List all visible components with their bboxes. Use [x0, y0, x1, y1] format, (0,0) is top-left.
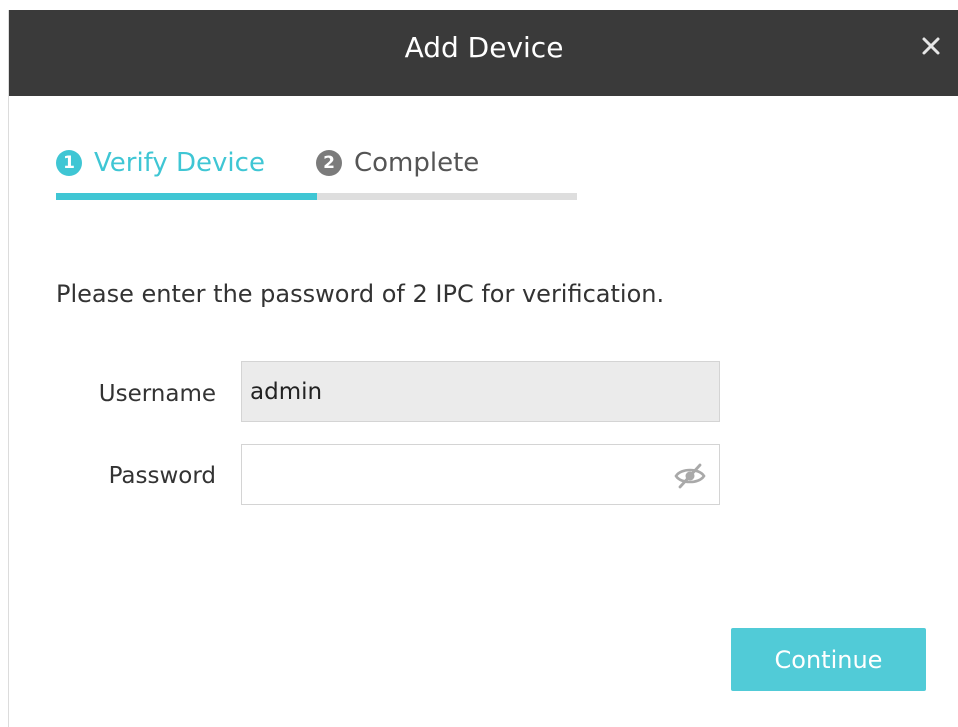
username-label: Username — [98, 381, 216, 407]
eye-slash-icon[interactable] — [673, 461, 707, 491]
step-progress-fill — [56, 193, 317, 200]
username-field[interactable] — [241, 361, 720, 422]
step-verify-device: 1 Verify Device — [56, 148, 265, 178]
step-complete: 2 Complete — [316, 148, 479, 178]
instruction-text: Please enter the password of 2 IPC for v… — [56, 280, 665, 308]
step-label: Complete — [354, 148, 480, 178]
step-number-badge: 2 — [316, 150, 342, 176]
page: Add Device 1 Verify Device 2 Complete Pl… — [0, 0, 958, 727]
continue-button[interactable]: Continue — [731, 628, 926, 691]
password-field[interactable] — [241, 444, 720, 505]
close-icon[interactable] — [917, 32, 945, 60]
password-label: Password — [108, 463, 216, 489]
dialog-titlebar: Add Device — [9, 10, 958, 96]
step-progress-track — [56, 193, 577, 200]
add-device-dialog: Add Device 1 Verify Device 2 Complete Pl… — [8, 10, 958, 727]
dialog-title: Add Device — [404, 31, 564, 64]
step-label: Verify Device — [94, 148, 265, 178]
step-number-badge: 1 — [56, 150, 82, 176]
